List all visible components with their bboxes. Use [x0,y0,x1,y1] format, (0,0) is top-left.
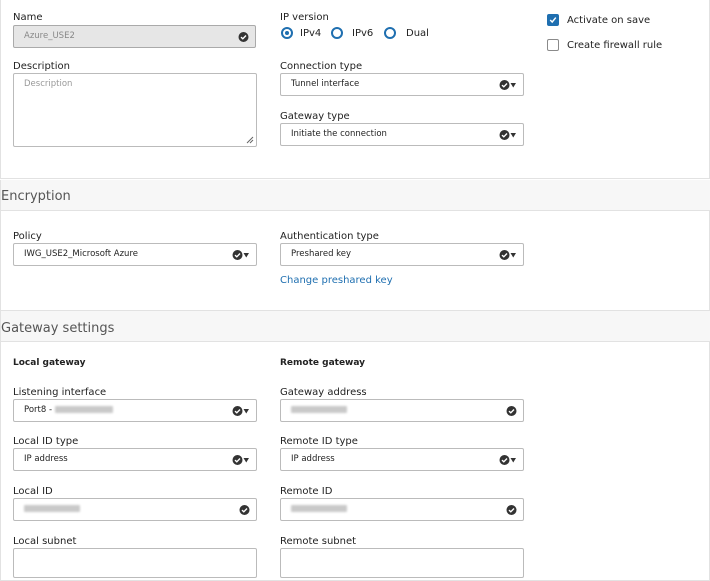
listening-interface-label: Listening interface [13,387,107,398]
activate-on-save-label[interactable]: Activate on save [567,15,650,26]
check-circle-icon [506,505,517,515]
ip-version-label: IP version [280,12,329,23]
create-firewall-rule-label[interactable]: Create firewall rule [567,40,662,51]
gateway-type-label: Gateway type [280,111,350,122]
ipv6-label[interactable]: IPv6 [352,28,373,39]
connection-type-label: Connection type [280,61,363,72]
redacted-ip [291,406,347,413]
check-chevron-icon [499,80,516,90]
check-circle-icon [239,505,250,515]
auth-type-select[interactable]: Preshared key [280,243,524,266]
check-chevron-icon [232,406,249,416]
redacted-ip [291,505,347,512]
connection-type-select[interactable]: Tunnel interface [280,73,524,96]
name-label: Name [13,12,43,23]
auth-type-value: Preshared key [291,249,352,259]
policy-label: Policy [13,231,42,242]
check-chevron-icon [232,250,249,260]
listening-interface-select[interactable]: Port8 - [13,399,257,422]
gateway-address-label: Gateway address [280,387,367,398]
description-label: Description [13,61,70,72]
local-id-type-value: IP address [24,454,68,464]
ipv4-radio[interactable] [281,27,293,39]
remote-subnet-label: Remote subnet [280,536,357,547]
policy-value: IWG_USE2_Microsoft Azure [24,249,138,259]
local-id-type-label: Local ID type [13,436,79,447]
ipv4-label[interactable]: IPv4 [300,28,321,39]
check-chevron-icon [499,455,516,465]
local-id-type-select[interactable]: IP address [13,448,257,471]
name-value: Azure_USE2 [24,31,75,41]
local-subnet-input[interactable] [13,548,257,578]
ipv6-radio[interactable] [331,27,343,39]
dual-label[interactable]: Dual [406,28,429,39]
change-preshared-key-link[interactable]: Change preshared key [280,275,393,286]
name-field[interactable]: Azure_USE2 [13,25,256,48]
encryption-header [0,180,710,210]
remote-id-type-select[interactable]: IP address [280,448,524,471]
activate-on-save-checkbox[interactable] [547,14,559,26]
resize-handle-icon[interactable] [246,136,254,144]
connection-type-value: Tunnel interface [291,79,360,89]
remote-id-type-label: Remote ID type [280,436,358,447]
listening-interface-value: Port8 - [24,405,55,415]
checkmark-icon [549,17,557,24]
redacted-ip [24,505,80,512]
check-chevron-icon [499,250,516,260]
description-placeholder: Description [24,79,73,89]
gateway-address-input[interactable] [280,399,524,422]
redacted-ip [54,406,113,413]
local-gateway-heading: Local gateway [13,358,86,368]
gateway-settings-title: Gateway settings [1,321,115,336]
gateway-type-value: Initiate the connection [291,129,387,139]
remote-gateway-heading: Remote gateway [280,358,366,368]
check-circle-icon [506,406,517,416]
check-circle-icon [238,32,249,42]
auth-type-label: Authentication type [280,231,379,242]
local-id-label: Local ID [13,486,53,497]
dual-radio[interactable] [384,27,396,39]
create-firewall-rule-checkbox[interactable] [547,39,559,51]
local-subnet-label: Local subnet [13,536,77,547]
gateway-type-select[interactable]: Initiate the connection [280,123,524,146]
remote-subnet-input[interactable] [280,548,524,578]
policy-select[interactable]: IWG_USE2_Microsoft Azure [13,243,257,266]
description-textarea[interactable]: Description [13,73,257,147]
encryption-title: Encryption [1,189,71,204]
check-chevron-icon [499,130,516,140]
remote-id-label: Remote ID [280,486,333,497]
check-chevron-icon [232,455,249,465]
local-id-input[interactable] [13,498,257,521]
remote-id-type-value: IP address [291,454,335,464]
remote-id-input[interactable] [280,498,524,521]
